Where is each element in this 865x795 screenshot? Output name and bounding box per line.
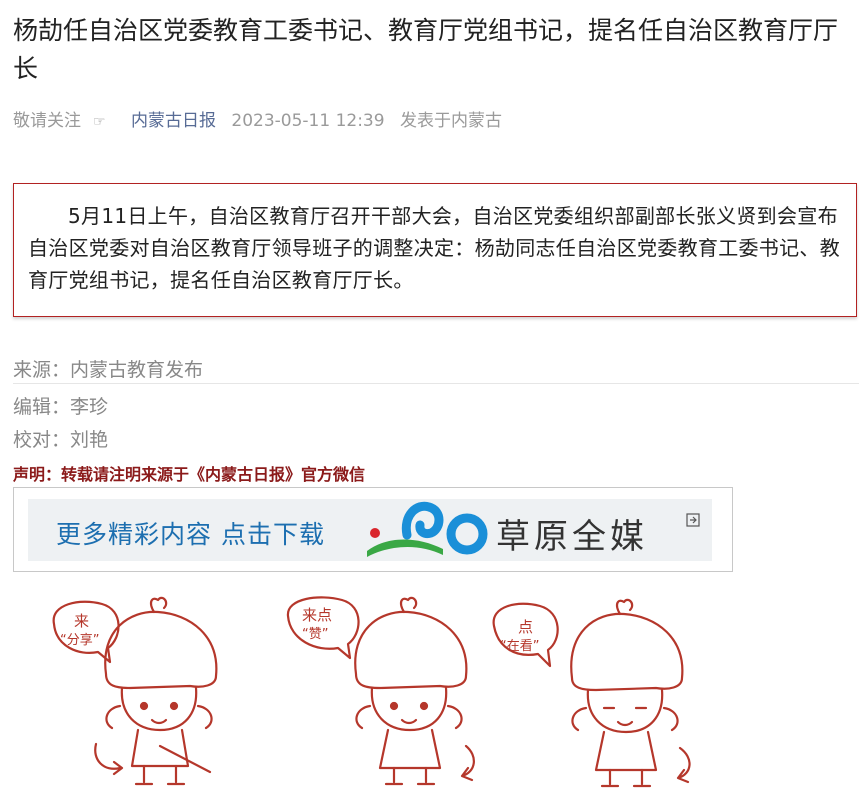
arrow-icon [460,744,475,782]
article-title: 杨劼任自治区党委教育工委书记、教育厅党组书记，提名任自治区教育厅厅长 [13,16,839,83]
speech-bubble [52,600,120,664]
editor-line: 编辑：李珍 [13,396,109,418]
download-app-banner[interactable]: 更多精彩内容 点击下载 草原全媒 [13,487,733,572]
bubble-text-1: 点 [518,618,533,636]
body [130,728,190,768]
summary-paragraph: 5月11日上午，自治区教育厅召开干部大会，自治区党委组织部副部长张义贤到会宣布自… [28,204,840,292]
mascot-share: 来 “分享” [52,596,218,786]
body [594,730,658,772]
follow-prompt: 敬请关注 ☞ [13,111,106,131]
divider [13,383,859,384]
grassland-media-logo-icon [367,501,488,557]
bubble-text-2: “赞” [302,627,328,642]
publish-location: 发表于内蒙古 [399,111,502,131]
arrow-icon [676,746,691,784]
pointing-hand-icon: ☞ [93,114,106,130]
bubble-text-1: 来点 [302,606,332,624]
bubble-text-1: 来 [74,612,89,630]
banner-background: 更多精彩内容 点击下载 草原全媒 [28,499,712,561]
mushroom-cap [354,610,468,690]
summary-box: 5月11日上午，自治区教育厅召开干部大会，自治区党委组织部副部长张义贤到会宣布自… [13,183,857,317]
banner-brand: 草原全媒 [496,517,648,557]
bubble-text-2: “在看” [500,638,539,654]
mascot-view: 点 “在看” [492,598,691,788]
article-meta: 敬请关注 ☞ 内蒙古日报 2023-05-11 12:39 发表于内蒙古 [13,106,512,131]
proofreader-line: 校对：刘艳 [13,429,109,451]
arrow-icon [94,742,124,776]
publish-datetime: 2023-05-11 12:39 [231,111,385,131]
copyright-notice: 声明：转载请注明来源于《内蒙古日报》官方微信 [13,465,366,484]
banner-text: 更多精彩内容 点击下载 [56,520,325,549]
bubble-text-2: “分享” [60,632,99,648]
mushroom-cap [104,610,218,690]
source-line: 来源：内蒙古教育发布 [13,359,204,381]
account-name-link[interactable]: 内蒙古日报 [131,111,216,131]
mascot-like: 来点 “赞” [286,596,475,786]
body [378,728,442,770]
external-link-icon [686,513,700,527]
mushroom-cap [570,612,684,692]
